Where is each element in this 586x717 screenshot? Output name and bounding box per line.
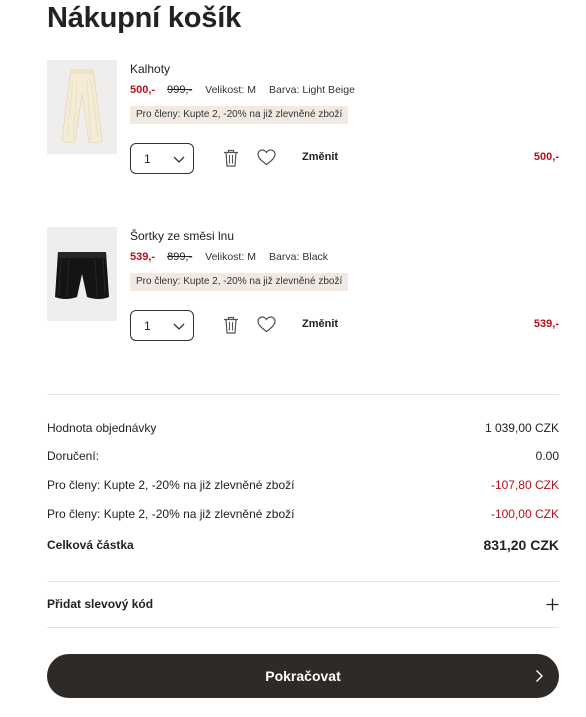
add-discount-code[interactable]: Přidat slevový kód [47,588,559,620]
order-value-row: Hodnota objednávky 1 039,00 CZK [47,421,559,435]
delivery-value: 0.00 [535,449,559,463]
page-title: Nákupní košík [47,2,242,34]
line-total: 539,- [533,318,559,330]
trousers-illustration [47,60,117,154]
member-discount-value: -100,00 CZK [490,507,559,521]
item-name[interactable]: Šortky ze směsi lnu [130,229,234,243]
member-discount-label: Pro členy: Kupte 2, -20% na již zlevněné… [47,507,295,521]
member-discount-label: Pro členy: Kupte 2, -20% na již zlevněné… [47,478,295,492]
heart-icon[interactable] [257,149,276,166]
beige-trousers-image[interactable] [47,60,117,154]
trash-icon[interactable] [223,149,239,167]
line-total: 500,- [533,151,559,163]
size-value: M [247,84,257,96]
total-label: Celková částka [47,538,134,552]
order-value-label: Hodnota objednávky [47,421,157,435]
total-value: 831,20 CZK [483,537,559,553]
change-link[interactable]: Změnit [302,318,338,330]
member-discount-row: Pro členy: Kupte 2, -20% na již zlevněné… [47,478,559,492]
price-row: 500,- 999,- Velikost: M Barva: Light Bei… [130,84,355,96]
quantity-select[interactable]: 1 [130,143,194,174]
quantity-select[interactable]: 1 [130,310,194,341]
continue-label: Pokračovat [265,668,341,684]
size-label: Velikost: [205,84,245,96]
chevron-down-icon [173,156,185,163]
color-label: Barva: [269,84,300,96]
divider [47,581,559,582]
color-value: Black [302,251,329,263]
current-price: 539,- [130,251,156,263]
order-value: 1 039,00 CZK [484,421,559,435]
shorts-illustration [47,227,117,321]
black-shorts-image[interactable] [47,227,117,321]
discount-code-label: Přidat slevový kód [47,597,154,611]
quantity-value: 1 [144,151,151,166]
continue-button[interactable]: Pokračovat [47,654,559,698]
promo-badge: Pro členy: Kupte 2, -20% na již zlevněné… [130,106,349,124]
trash-icon[interactable] [223,316,239,334]
divider [47,627,559,628]
current-price: 500,- [130,84,156,96]
delivery-row: Doručení: 0.00 [47,449,559,463]
original-price: 899,- [167,251,193,263]
chevron-right-icon [536,670,543,682]
delivery-label: Doručení: [47,449,100,463]
color-value: Light Beige [302,84,355,96]
cart-item: Kalhoty 500,- 999,- Velikost: M Barva: L… [47,60,559,180]
item-name[interactable]: Kalhoty [130,62,170,76]
chevron-down-icon [173,323,185,330]
price-row: 539,- 899,- Velikost: M Barva: Black [130,251,328,263]
color-label: Barva: [269,251,300,263]
total-row: Celková částka 831,20 CZK [47,537,559,553]
size-label: Velikost: [205,251,245,263]
size-value: M [247,251,257,263]
cart-item: Šortky ze směsi lnu 539,- 899,- Velikost… [47,227,559,347]
member-discount-row: Pro členy: Kupte 2, -20% na již zlevněné… [47,507,559,521]
quantity-value: 1 [144,318,151,333]
divider [47,394,559,395]
promo-badge: Pro členy: Kupte 2, -20% na již zlevněné… [130,273,349,291]
member-discount-value: -107,80 CZK [490,478,559,492]
change-link[interactable]: Změnit [302,151,338,163]
plus-icon [546,598,559,610]
heart-icon[interactable] [257,316,276,333]
original-price: 999,- [167,84,193,96]
